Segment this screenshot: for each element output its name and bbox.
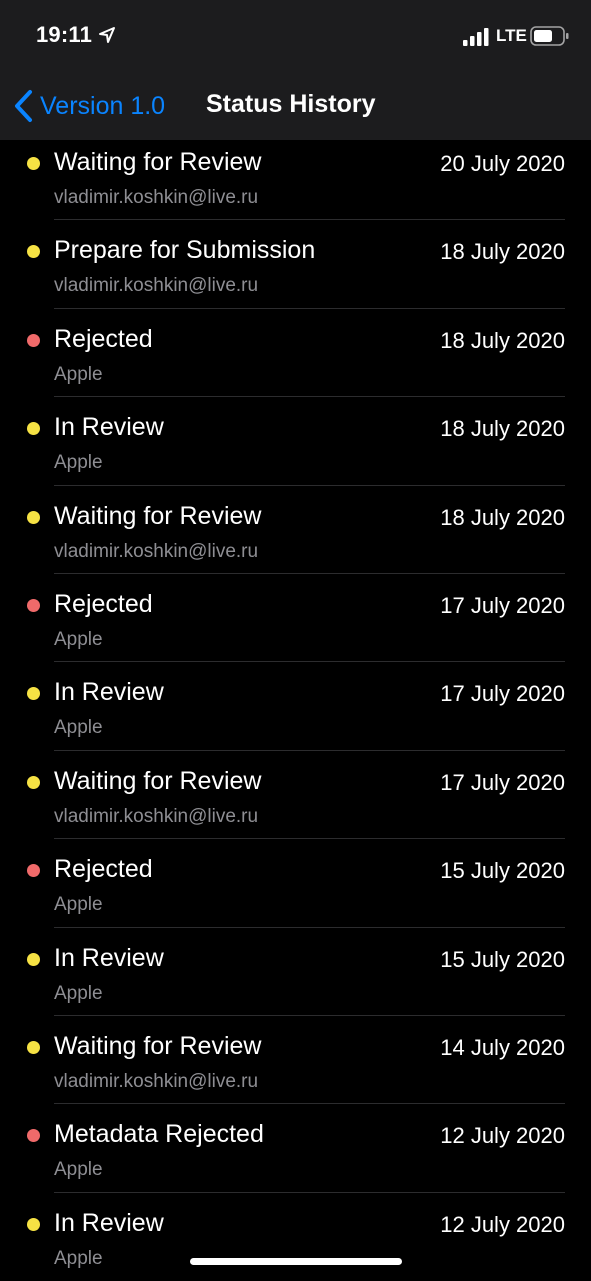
status-dot-icon (27, 422, 40, 436)
status-author: vladimir.koshkin@live.ru (54, 540, 259, 562)
status-author: vladimir.koshkin@live.ru (54, 1070, 259, 1092)
status-author: Apple (54, 452, 103, 474)
list-item[interactable]: Metadata Rejected Apple 12 July 2020 (0, 1104, 591, 1194)
list-item[interactable]: Waiting for Review vladimir.koshkin@live.… (0, 132, 591, 221)
list-item[interactable]: Waiting for Review vladimir.koshkin@live.… (0, 751, 591, 840)
status-title: Waiting for Review (54, 1031, 262, 1060)
clock-time: 19:11 (36, 22, 93, 47)
status-dot-icon (27, 1040, 40, 1054)
status-date: 17 July 2020 (440, 769, 565, 795)
status-title: In Review (54, 678, 164, 707)
location-arrow-icon (99, 27, 115, 43)
status-date: 17 July 2020 (440, 681, 565, 707)
status-history-list: Waiting for Review vladimir.koshkin@live.… (0, 132, 591, 1281)
status-title: Rejected (54, 589, 153, 618)
status-title: Waiting for Review (54, 148, 262, 176)
status-author: Apple (54, 1247, 103, 1269)
status-dot-icon (27, 1129, 40, 1143)
list-item[interactable]: In Review Apple 18 July 2020 (0, 397, 591, 486)
home-indicator[interactable] (190, 1258, 402, 1265)
network-label: LTE (496, 26, 527, 45)
chevron-left-icon (15, 90, 32, 122)
list-item[interactable]: In Review Apple 15 July 2020 (0, 928, 591, 1017)
status-title: Rejected (54, 324, 153, 353)
status-title: Metadata Rejected (54, 1120, 264, 1149)
list-item[interactable]: In Review Apple 12 July 2020 (0, 1193, 591, 1281)
status-date: 14 July 2020 (440, 1034, 565, 1060)
signal-icon (463, 28, 489, 46)
status-date: 12 July 2020 (440, 1123, 565, 1149)
status-bar: 19:11 LTE (0, 0, 591, 72)
status-date: 18 July 2020 (440, 416, 565, 442)
status-date: 20 July 2020 (440, 151, 565, 176)
page-title: Status History (206, 90, 376, 118)
status-title: Waiting for Review (54, 766, 262, 795)
battery-icon (530, 26, 569, 46)
status-date: 18 July 2020 (440, 239, 565, 265)
list-item[interactable]: Rejected Apple 15 July 2020 (0, 839, 591, 928)
status-dot-icon (27, 1217, 40, 1231)
status-author: Apple (54, 894, 103, 916)
status-author: vladimir.koshkin@live.ru (54, 275, 259, 297)
status-dot-icon (27, 510, 40, 524)
status-title: In Review (54, 943, 164, 972)
status-date: 17 July 2020 (440, 592, 565, 618)
status-author: Apple (54, 1159, 103, 1181)
status-dot-icon (27, 775, 40, 789)
list-item[interactable]: Rejected Apple 17 July 2020 (0, 574, 591, 663)
navigation-bar: Version 1.0 Status History (0, 72, 591, 140)
status-title: Waiting for Review (54, 501, 262, 530)
status-date: 15 July 2020 (440, 858, 565, 884)
status-date: 15 July 2020 (440, 946, 565, 972)
status-dot-icon (27, 952, 40, 966)
status-author: Apple (54, 982, 103, 1004)
status-author: Apple (54, 363, 103, 385)
status-title: Prepare for Submission (54, 236, 316, 265)
status-title: Rejected (54, 855, 153, 884)
status-author: vladimir.koshkin@live.ru (54, 187, 259, 208)
status-author: Apple (54, 628, 103, 650)
status-dot-icon (27, 245, 40, 259)
status-date: 18 July 2020 (440, 504, 565, 530)
back-button-label: Version 1.0 (40, 91, 166, 120)
status-author: vladimir.koshkin@live.ru (54, 805, 259, 827)
status-dot-icon (27, 333, 40, 347)
status-dot-icon (27, 598, 40, 612)
status-dot-icon (27, 157, 40, 170)
status-author: Apple (54, 717, 103, 739)
status-date: 12 July 2020 (440, 1211, 565, 1237)
list-item[interactable]: Waiting for Review vladimir.koshkin@live.… (0, 486, 591, 575)
status-date: 18 July 2020 (440, 327, 565, 353)
status-dot-icon (27, 864, 40, 878)
status-title: In Review (54, 1208, 164, 1237)
status-dot-icon (27, 687, 40, 701)
list-item[interactable]: Rejected Apple 18 July 2020 (0, 309, 591, 398)
back-button[interactable]: Version 1.0 (12, 86, 165, 126)
list-item[interactable]: Prepare for Submission vladimir.koshkin@l… (0, 220, 591, 310)
list-item[interactable]: In Review Apple 17 July 2020 (0, 662, 591, 752)
status-title: In Review (54, 413, 164, 442)
list-item[interactable]: Waiting for Review vladimir.koshkin@live.… (0, 1016, 591, 1105)
